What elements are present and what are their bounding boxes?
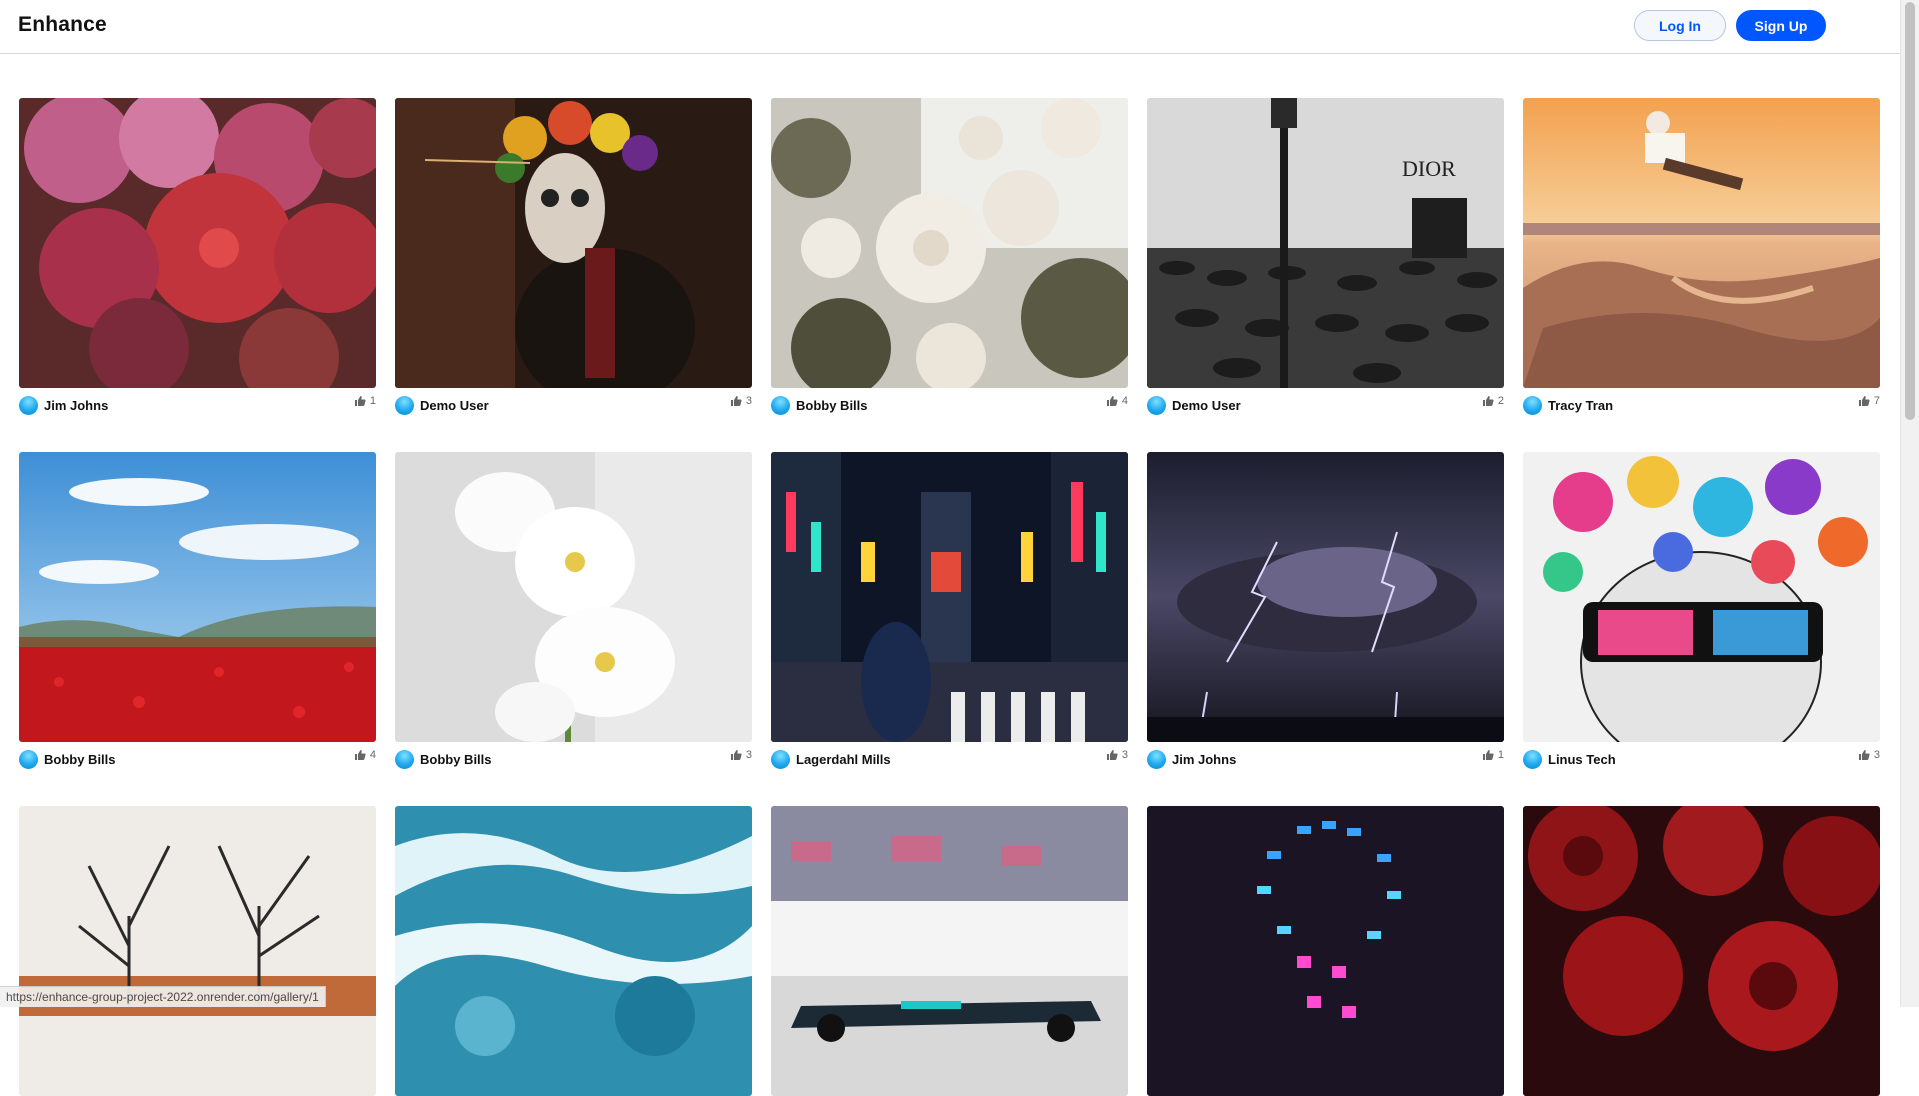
gallery-card: Bobby Bills 4 [771, 98, 1128, 418]
gallery-card: DIOR Demo User 2 [1147, 98, 1504, 418]
author-name[interactable]: Linus Tech [1548, 752, 1616, 767]
gallery-image[interactable] [771, 452, 1128, 742]
author-name[interactable]: Bobby Bills [44, 752, 116, 767]
avatar[interactable] [771, 749, 790, 769]
thumbs-up-icon [730, 396, 742, 406]
signup-button[interactable]: Sign Up [1736, 10, 1826, 41]
like-count-value: 3 [1873, 749, 1880, 761]
scrollbar-thumb[interactable] [1905, 2, 1915, 420]
gallery-image[interactable] [19, 98, 376, 388]
like-count[interactable]: 1 [354, 395, 376, 407]
gallery-image[interactable] [1523, 452, 1880, 742]
gallery-image[interactable] [1147, 452, 1504, 742]
avatar[interactable] [19, 749, 38, 769]
gallery-card [1147, 806, 1504, 1096]
gallery-grid: Jim Johns 1 Demo User 3 Bobby Bills 4 DI… [19, 98, 1881, 1096]
gallery-card: Lagerdahl Mills 3 [771, 452, 1128, 772]
card-footer: Bobby Bills 4 [19, 746, 376, 772]
card-footer: Demo User 3 [395, 392, 752, 418]
like-count-value: 3 [745, 749, 752, 761]
like-count[interactable]: 4 [1106, 395, 1128, 407]
avatar[interactable] [19, 395, 38, 415]
gallery-card: Jim Johns 1 [19, 98, 376, 418]
gallery-card [395, 806, 752, 1096]
like-count[interactable]: 4 [354, 749, 376, 761]
vertical-scrollbar[interactable] [1900, 0, 1919, 1007]
card-footer: Tracy Tran 7 [1523, 392, 1880, 418]
avatar[interactable] [1147, 395, 1166, 415]
like-count-value: 2 [1497, 395, 1504, 407]
gallery-card [19, 806, 376, 1096]
gallery-card: Tracy Tran 7 [1523, 98, 1880, 418]
like-count[interactable]: 3 [730, 749, 752, 761]
like-count-value: 7 [1873, 395, 1880, 407]
card-footer: Demo User 2 [1147, 392, 1504, 418]
gallery-image[interactable] [1147, 806, 1504, 1096]
like-count[interactable]: 2 [1482, 395, 1504, 407]
author-name[interactable]: Demo User [420, 398, 489, 413]
like-count[interactable]: 1 [1482, 749, 1504, 761]
like-count-value: 4 [369, 749, 376, 761]
gallery-image[interactable] [395, 806, 752, 1096]
author-name[interactable]: Demo User [1172, 398, 1241, 413]
gallery-image[interactable] [1523, 98, 1880, 388]
card-footer: Bobby Bills 4 [771, 392, 1128, 418]
gallery-card: Demo User 3 [395, 98, 752, 418]
top-navbar: Enhance Log In Sign Up [0, 0, 1900, 54]
like-count[interactable]: 3 [730, 395, 752, 407]
author-name[interactable]: Bobby Bills [796, 398, 868, 413]
thumbs-up-icon [354, 750, 366, 760]
author-name[interactable]: Jim Johns [44, 398, 108, 413]
like-count-value: 1 [1497, 749, 1504, 761]
gallery-card: Linus Tech 3 [1523, 452, 1880, 772]
avatar[interactable] [1147, 749, 1166, 769]
gallery-card [771, 806, 1128, 1096]
like-count[interactable]: 7 [1858, 395, 1880, 407]
gallery-card: Bobby Bills 3 [395, 452, 752, 772]
like-count-value: 3 [745, 395, 752, 407]
avatar[interactable] [1523, 749, 1542, 769]
login-button[interactable]: Log In [1634, 10, 1726, 41]
gallery-image[interactable] [771, 806, 1128, 1096]
card-footer: Bobby Bills 3 [395, 746, 752, 772]
thumbs-up-icon [1858, 396, 1870, 406]
gallery-card [1523, 806, 1880, 1096]
like-count-value: 1 [369, 395, 376, 407]
thumbs-up-icon [1482, 396, 1494, 406]
author-name[interactable]: Jim Johns [1172, 752, 1236, 767]
thumbs-up-icon [1482, 750, 1494, 760]
like-count-value: 3 [1121, 749, 1128, 761]
gallery-card: Bobby Bills 4 [19, 452, 376, 772]
like-count-value: 4 [1121, 395, 1128, 407]
gallery-image[interactable] [395, 452, 752, 742]
thumbs-up-icon [354, 396, 366, 406]
like-count[interactable]: 3 [1858, 749, 1880, 761]
card-footer: Jim Johns 1 [19, 392, 376, 418]
gallery-image[interactable] [395, 98, 752, 388]
gallery-image[interactable]: DIOR [1147, 98, 1504, 388]
thumbs-up-icon [1106, 396, 1118, 406]
avatar[interactable] [771, 395, 790, 415]
avatar[interactable] [1523, 395, 1542, 415]
author-name[interactable]: Tracy Tran [1548, 398, 1613, 413]
gallery-card: Jim Johns 1 [1147, 452, 1504, 772]
card-footer: Jim Johns 1 [1147, 746, 1504, 772]
card-footer: Lagerdahl Mills 3 [771, 746, 1128, 772]
gallery-image[interactable] [19, 452, 376, 742]
thumbs-up-icon [730, 750, 742, 760]
status-bar-url: https://enhance-group-project-2022.onren… [0, 986, 326, 1007]
svg-text:DIOR: DIOR [1402, 156, 1456, 181]
like-count[interactable]: 3 [1106, 749, 1128, 761]
thumbs-up-icon [1858, 750, 1870, 760]
card-footer: Linus Tech 3 [1523, 746, 1880, 772]
author-name[interactable]: Bobby Bills [420, 752, 492, 767]
thumbs-up-icon [1106, 750, 1118, 760]
gallery-image[interactable] [771, 98, 1128, 388]
author-name[interactable]: Lagerdahl Mills [796, 752, 891, 767]
avatar[interactable] [395, 395, 414, 415]
site-logo[interactable]: Enhance [18, 13, 107, 37]
gallery-image[interactable] [1523, 806, 1880, 1096]
gallery-image[interactable] [19, 806, 376, 1096]
avatar[interactable] [395, 749, 414, 769]
